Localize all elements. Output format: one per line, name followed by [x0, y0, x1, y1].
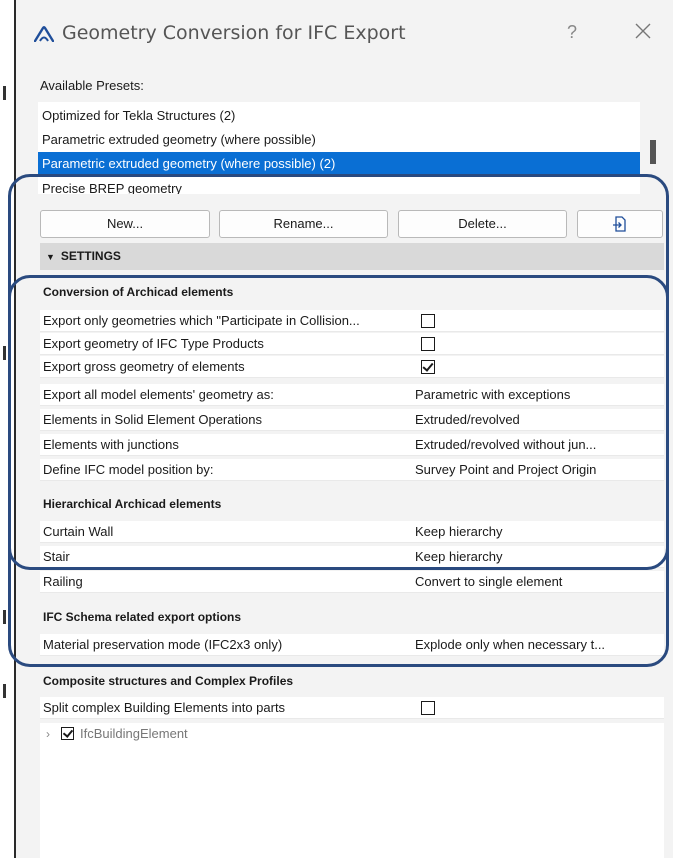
background-mark — [3, 684, 6, 698]
setting-value[interactable]: Survey Point and Project Origin — [415, 459, 596, 481]
setting-label: Define IFC model position by: — [43, 462, 214, 477]
setting-row[interactable]: Elements with junctions Extruded/revolve… — [40, 434, 664, 456]
setting-row[interactable]: Export only geometries which "Participat… — [40, 310, 664, 332]
setting-row[interactable]: Export all model elements' geometry as: … — [40, 384, 664, 406]
section-title-conversion: Conversion of Archicad elements — [40, 281, 664, 303]
setting-row[interactable]: Export geometry of IFC Type Products — [40, 333, 664, 355]
background-mark — [3, 86, 6, 100]
section-title-schema: IFC Schema related export options — [40, 606, 664, 628]
setting-checkbox[interactable] — [421, 701, 435, 715]
setting-label: Split complex Building Elements into par… — [43, 700, 286, 715]
close-icon[interactable] — [632, 20, 654, 42]
setting-row[interactable]: Split complex Building Elements into par… — [40, 697, 664, 719]
export-icon — [613, 216, 626, 232]
presets-list[interactable]: Optimized for Tekla Structures (2) Param… — [38, 102, 640, 194]
setting-value[interactable]: Extruded/revolved — [415, 409, 520, 431]
setting-checkbox-checked[interactable] — [421, 360, 435, 374]
settings-header-label: SETTINGS — [60, 249, 121, 263]
setting-row[interactable]: Material preservation mode (IFC2x3 only)… — [40, 634, 664, 656]
setting-checkbox[interactable] — [421, 337, 435, 351]
help-button[interactable]: ? — [567, 22, 577, 43]
section-title-hierarchical: Hierarchical Archicad elements — [40, 493, 664, 515]
setting-label: Export all model elements' geometry as: — [43, 387, 274, 402]
preset-item-selected[interactable]: Parametric extruded geometry (where poss… — [38, 152, 640, 176]
setting-row[interactable]: Export gross geometry of elements — [40, 356, 664, 378]
setting-checkbox[interactable] — [421, 314, 435, 328]
setting-label: Elements in Solid Element Operations — [43, 412, 262, 427]
settings-empty-area — [40, 745, 664, 858]
collapse-caret-icon: ▼ — [46, 252, 55, 262]
new-preset-button[interactable]: New... — [40, 210, 210, 238]
setting-label: Export geometry of IFC Type Products — [43, 336, 264, 351]
setting-label: Elements with junctions — [43, 437, 179, 452]
delete-preset-button[interactable]: Delete... — [398, 210, 567, 238]
setting-row[interactable]: Railing Convert to single element — [40, 571, 664, 593]
preset-item[interactable]: Parametric extruded geometry (where poss… — [38, 128, 640, 152]
export-preset-button[interactable] — [577, 210, 663, 238]
setting-value[interactable]: Parametric with exceptions — [415, 384, 570, 406]
setting-row[interactable]: Curtain Wall Keep hierarchy — [40, 521, 664, 543]
setting-value[interactable]: Keep hierarchy — [415, 546, 502, 568]
chevron-right-icon[interactable]: › — [46, 723, 50, 745]
tree-item-label: IfcBuildingElement — [80, 726, 188, 741]
setting-value[interactable]: Extruded/revolved without jun... — [415, 434, 596, 456]
setting-label: Export only geometries which "Participat… — [43, 313, 360, 328]
settings-panel-header[interactable]: ▼ SETTINGS — [40, 243, 664, 270]
preset-item[interactable]: Precise BREP geometry — [38, 177, 640, 194]
setting-row[interactable]: Elements in Solid Element Operations Ext… — [40, 409, 664, 431]
setting-value[interactable]: Keep hierarchy — [415, 521, 502, 543]
tree-checkbox-checked[interactable] — [61, 727, 74, 740]
presets-scrollbar-thumb[interactable] — [650, 140, 656, 164]
background-mark — [3, 610, 6, 624]
section-title-composite: Composite structures and Complex Profile… — [40, 670, 664, 692]
title-bar[interactable]: Geometry Conversion for IFC Export ? — [16, 0, 673, 66]
tree-item[interactable]: › IfcBuildingElement — [40, 723, 664, 745]
setting-label: Material preservation mode (IFC2x3 only) — [43, 637, 283, 652]
ifc-geometry-dialog: Geometry Conversion for IFC Export ? Ava… — [14, 0, 673, 858]
preset-item[interactable]: Optimized for Tekla Structures (2) — [38, 104, 640, 128]
background-mark — [3, 346, 6, 360]
rename-preset-button[interactable]: Rename... — [219, 210, 388, 238]
window-title: Geometry Conversion for IFC Export — [62, 22, 406, 44]
setting-label: Railing — [43, 574, 83, 589]
setting-label: Curtain Wall — [43, 524, 114, 539]
setting-value[interactable]: Convert to single element — [415, 571, 562, 593]
archicad-logo-icon — [34, 26, 54, 42]
available-presets-label: Available Presets: — [40, 78, 144, 93]
background-app-edge — [0, 0, 14, 858]
setting-label: Stair — [43, 549, 70, 564]
setting-label: Export gross geometry of elements — [43, 359, 245, 374]
screen: Geometry Conversion for IFC Export ? Ava… — [0, 0, 673, 858]
setting-row[interactable]: Stair Keep hierarchy — [40, 546, 664, 568]
setting-value[interactable]: Explode only when necessary t... — [415, 634, 605, 656]
setting-row[interactable]: Define IFC model position by: Survey Poi… — [40, 459, 664, 481]
